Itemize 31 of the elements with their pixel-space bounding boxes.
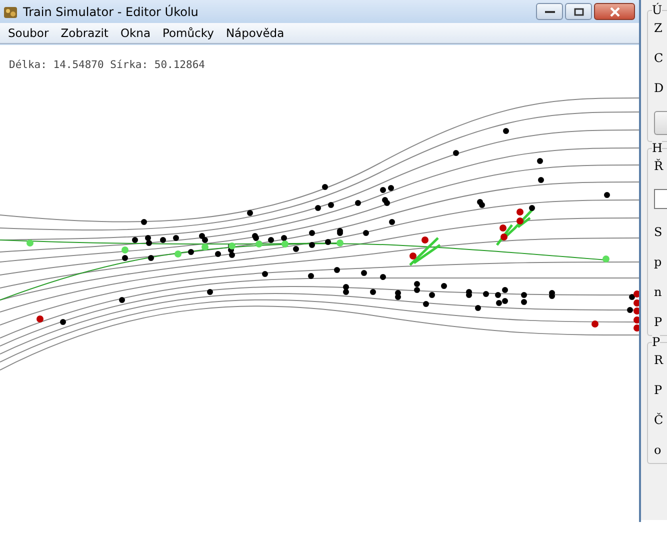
group-title: H xyxy=(652,141,662,155)
panel-button[interactable] xyxy=(654,111,667,135)
menu-item[interactable]: Soubor xyxy=(2,24,55,42)
track-map[interactable]: Délka: 14.54870 Sírka: 50.12864 xyxy=(0,45,639,522)
field-label: S xyxy=(654,225,664,239)
field-label: p xyxy=(654,255,663,269)
group-title: P xyxy=(652,335,660,349)
menu-item[interactable]: Okna xyxy=(114,24,156,42)
field-label: n xyxy=(654,285,663,299)
input-field[interactable] xyxy=(654,189,667,209)
close-button[interactable] xyxy=(594,3,635,20)
group-title: Ú xyxy=(652,3,662,17)
window-title: Train Simulator - Editor Úkolu xyxy=(23,4,200,18)
field-label: o xyxy=(654,443,662,457)
close-icon xyxy=(608,6,620,16)
field-label: R xyxy=(654,353,664,367)
menu-item[interactable]: Zobrazit xyxy=(54,24,114,42)
maximize-icon xyxy=(574,8,584,16)
field-label: Č xyxy=(654,413,664,427)
field-label: D xyxy=(654,81,665,95)
coordinates-label: Délka: 14.54870 Sírka: 50.12864 xyxy=(9,59,205,71)
menu-item[interactable]: Nápověda xyxy=(220,24,290,42)
minimize-icon xyxy=(544,10,554,14)
menu-item[interactable]: Pomůcky xyxy=(156,24,220,42)
field-label: P xyxy=(654,315,664,329)
field-label: Ř xyxy=(654,159,664,173)
field-label: P xyxy=(654,383,664,397)
minimize-button[interactable] xyxy=(536,3,563,20)
maximize-button[interactable] xyxy=(565,3,592,20)
field-label: Z xyxy=(654,21,664,35)
field-label: C xyxy=(654,51,664,65)
